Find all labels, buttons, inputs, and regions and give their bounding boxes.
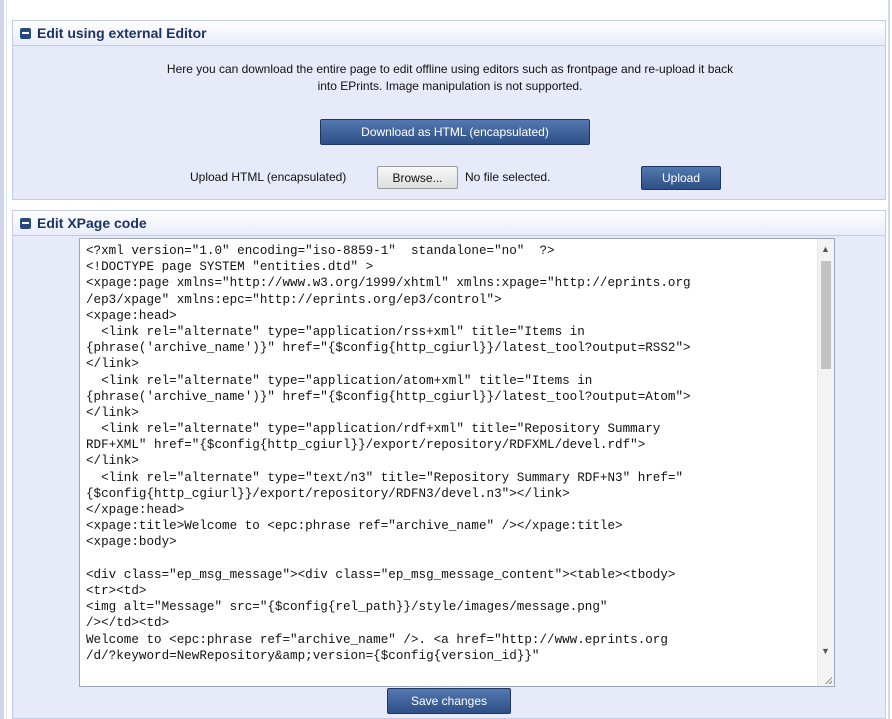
code-line: <img alt="Message" src="{$config{rel_pat… bbox=[86, 600, 608, 615]
code-line: </link> bbox=[86, 405, 139, 420]
save-changes-button[interactable]: Save changes bbox=[387, 688, 511, 714]
description-line-2: into EPrints. Image manipulation is not … bbox=[317, 79, 583, 93]
resize-grip-icon[interactable] bbox=[824, 676, 832, 684]
code-line: {$config{http_cgiurl}}/export/repository… bbox=[86, 486, 570, 501]
code-line: <?xml version="1.0" encoding="iso-8859-1… bbox=[86, 244, 555, 258]
code-line: <div class="ep_msg_message"><div class="… bbox=[86, 567, 676, 582]
code-line: <!DOCTYPE page SYSTEM "entities.dtd" > bbox=[86, 260, 374, 275]
code-line: <link rel="alternate" type="application/… bbox=[86, 373, 593, 388]
code-line: <xpage:page xmlns="http://www.w3.org/199… bbox=[86, 276, 691, 291]
browse-button[interactable]: Browse... bbox=[377, 166, 458, 189]
download-html-button[interactable]: Download as HTML (encapsulated) bbox=[320, 119, 590, 145]
scroll-up-icon[interactable]: ▲ bbox=[821, 244, 830, 254]
upload-label: Upload HTML (encapsulated) bbox=[190, 170, 347, 184]
description-line-1: Here you can download the entire page to… bbox=[166, 62, 734, 76]
code-line: <xpage:title>Welcome to <epc:phrase ref=… bbox=[86, 519, 623, 534]
code-line: {phrase('archive_name')}" href="{$config… bbox=[86, 389, 691, 404]
file-status: No file selected. bbox=[465, 170, 551, 184]
textarea-scrollbar[interactable]: ▲ ▼ bbox=[817, 239, 834, 686]
scroll-thumb[interactable] bbox=[821, 261, 831, 369]
code-line: <link rel="alternate" type="application/… bbox=[86, 324, 585, 339]
left-border bbox=[0, 0, 4, 719]
xpage-editor-header[interactable]: Edit XPage code bbox=[13, 211, 885, 236]
code-line: /ep3/xpage" xmlns:epc="http://eprints.or… bbox=[86, 292, 502, 307]
right-border bbox=[888, 0, 890, 719]
code-line: </link> bbox=[86, 454, 139, 469]
upload-row: Upload HTML (encapsulated) Browse... No … bbox=[13, 166, 887, 190]
code-line: Welcome to <epc:phrase ref="archive_name… bbox=[86, 632, 668, 647]
left-border-inner bbox=[6, 0, 7, 719]
external-editor-header[interactable]: Edit using external Editor bbox=[13, 21, 885, 46]
code-lines: <?xml version="1.0" encoding="iso-8859-1… bbox=[86, 243, 812, 664]
external-editor-title: Edit using external Editor bbox=[37, 25, 207, 41]
xpage-editor-panel: Edit XPage code <?xml version="1.0" enco… bbox=[12, 210, 886, 719]
external-editor-description: Here you can download the entire page to… bbox=[73, 61, 827, 95]
code-line: RDF+XML" href="{$config{http_cgiurl}}/ex… bbox=[86, 438, 646, 453]
code-line: /></td><td> bbox=[86, 616, 170, 631]
code-line: </link> bbox=[86, 357, 139, 372]
code-line: <xpage:head> bbox=[86, 308, 177, 323]
collapse-icon[interactable] bbox=[20, 27, 31, 39]
code-line: <xpage:body> bbox=[86, 535, 177, 550]
collapse-icon[interactable] bbox=[20, 217, 31, 229]
xpage-code-textarea[interactable]: <?xml version="1.0" encoding="iso-8859-1… bbox=[79, 238, 835, 687]
code-line: {phrase('archive_name')}" href="{$config… bbox=[86, 341, 691, 356]
code-line: <link rel="alternate" type="application/… bbox=[86, 422, 661, 437]
scroll-down-icon[interactable]: ▼ bbox=[821, 646, 830, 656]
code-line: <tr><td> bbox=[86, 583, 147, 598]
code-line: <link rel="alternate" type="text/n3" tit… bbox=[86, 470, 684, 485]
xpage-editor-title: Edit XPage code bbox=[37, 215, 147, 231]
external-editor-panel: Edit using external Editor Here you can … bbox=[12, 20, 886, 200]
code-line: /d/?keyword=NewRepository&amp;version={$… bbox=[86, 648, 540, 663]
upload-button[interactable]: Upload bbox=[641, 166, 721, 190]
code-line: </xpage:head> bbox=[86, 503, 185, 517]
